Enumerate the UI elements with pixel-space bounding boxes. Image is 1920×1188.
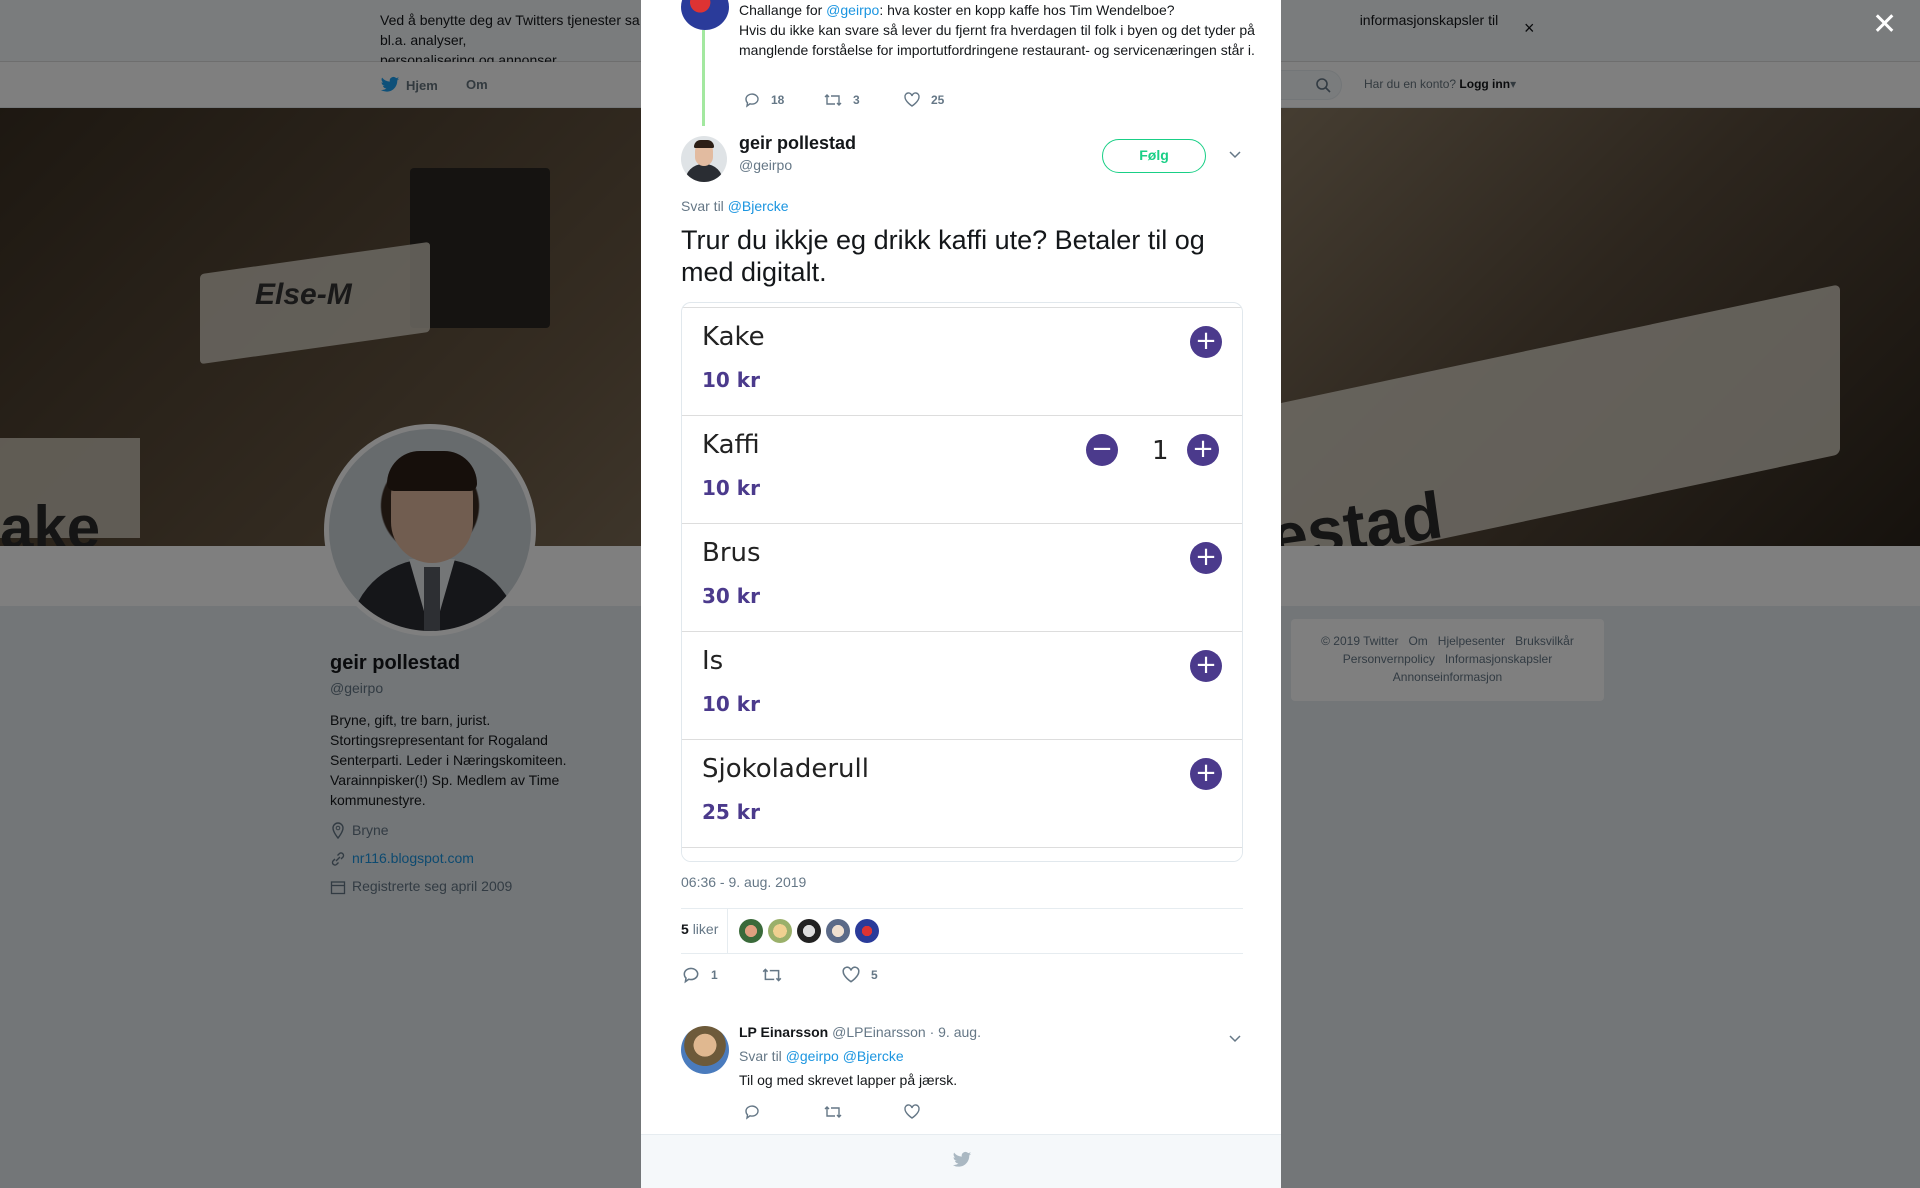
menu-item: Is 10 kr + (682, 631, 1242, 739)
avatar[interactable] (826, 919, 850, 943)
reply-button[interactable]: 18 (743, 92, 823, 108)
retweet-icon (824, 1106, 842, 1118)
plus-icon: + (1187, 434, 1219, 466)
tweet-media-image[interactable]: Kake 10 kr + Kaffi 10 kr − 1 + Brus 30 k… (681, 302, 1243, 862)
reply-icon (745, 93, 759, 108)
menu-item-price: 10 kr (702, 476, 760, 500)
modal-footer (641, 1134, 1281, 1188)
likes-count[interactable]: 5 liker (681, 921, 718, 937)
reply-icon (683, 967, 699, 984)
menu-item-qty: 1 (1152, 436, 1169, 466)
menu-item: Kake 10 kr + (682, 307, 1242, 415)
mention-link[interactable]: @geirpo (786, 1048, 839, 1064)
reply-tweet[interactable]: LP Einarsson @LPEinarsson · 9. aug. Svar… (641, 1010, 1281, 1130)
reply-tweet-actions (743, 1104, 983, 1120)
prev-tweet-avatar[interactable] (681, 0, 729, 30)
menu-item-name: Is (702, 646, 724, 676)
tweet-modal: Challange for @geirpo: hva koster en kop… (641, 0, 1281, 1188)
main-tweet-avatar[interactable] (681, 136, 727, 182)
plus-icon: + (1190, 758, 1222, 790)
menu-item-price: 30 kr (702, 584, 760, 608)
reply-tweet-header: LP Einarsson @LPEinarsson · 9. aug. (739, 1024, 981, 1040)
minus-icon: − (1086, 434, 1118, 466)
heart-icon (904, 1104, 920, 1119)
like-button[interactable]: 25 (903, 92, 983, 108)
avatar[interactable] (797, 919, 821, 943)
menu-item-price: 25 kr (702, 800, 760, 824)
prev-tweet-actions: 18 3 25 (743, 92, 983, 108)
reply-icon (745, 1105, 759, 1120)
chevron-down-icon[interactable] (1228, 150, 1242, 160)
heart-icon (904, 92, 920, 107)
mention-link[interactable]: @Bjercke (728, 198, 789, 214)
like-button[interactable]: 5 (841, 966, 921, 984)
avatar[interactable] (855, 919, 879, 943)
like-button[interactable] (903, 1104, 983, 1120)
reply-button[interactable] (743, 1104, 823, 1120)
reply-to-line: Svar til @Bjercke (681, 198, 789, 214)
plus-icon: + (1190, 542, 1222, 574)
avatar[interactable] (681, 1026, 729, 1074)
reply-tweet-date[interactable]: · 9. aug. (930, 1024, 981, 1040)
menu-item-name: Kake (702, 322, 765, 352)
reply-to-line: Svar til @geirpo @Bjercke (739, 1048, 904, 1064)
main-tweet-handle[interactable]: @geirpo (739, 157, 792, 173)
menu-item-divider (682, 847, 1242, 861)
follow-button[interactable]: Følg (1102, 139, 1206, 173)
menu-item: Sjokoladerull 25 kr + (682, 739, 1242, 847)
prev-tweet-text: Challange for @geirpo: hva koster en kop… (739, 2, 1255, 58)
main-tweet-actions: 1 5 (681, 966, 921, 984)
reply-button[interactable]: 1 (681, 966, 761, 984)
retweet-button[interactable] (761, 966, 841, 984)
retweet-icon (762, 968, 782, 982)
chevron-down-icon[interactable] (1228, 1034, 1242, 1044)
menu-item: Kaffi 10 kr − 1 + (682, 415, 1242, 523)
reply-tweet-handle[interactable]: @LPEinarsson (832, 1024, 926, 1040)
retweet-button[interactable] (823, 1104, 903, 1120)
retweet-icon (824, 94, 842, 106)
avatar[interactable] (768, 919, 792, 943)
modal-close-button[interactable]: ✕ (1872, 10, 1897, 40)
reply-tweet-name[interactable]: LP Einarsson (739, 1024, 828, 1040)
tweet-timestamp[interactable]: 06:36 - 9. aug. 2019 (681, 874, 806, 890)
plus-icon: + (1190, 326, 1222, 358)
reply-tweet-text: Til og med skrevet lapper på jærsk. (739, 1072, 958, 1088)
thread-line (702, 30, 705, 126)
menu-item-name: Kaffi (702, 430, 760, 460)
menu-item: Brus 30 kr + (682, 523, 1242, 631)
main-tweet-text: Trur du ikkje eg drikk kaffi ute? Betale… (681, 225, 1205, 287)
likes-row: 5 liker (681, 908, 1243, 954)
menu-item-name: Sjokoladerull (702, 754, 869, 784)
plus-icon: + (1190, 650, 1222, 682)
menu-item-price: 10 kr (702, 368, 760, 392)
menu-item-name: Brus (702, 538, 761, 568)
heart-icon (842, 966, 860, 983)
likers-avatars (739, 919, 879, 943)
mention-link[interactable]: @Bjercke (843, 1048, 904, 1064)
main-tweet-name[interactable]: geir pollestad (739, 133, 856, 154)
retweet-button[interactable]: 3 (823, 92, 903, 108)
menu-item-price: 10 kr (702, 692, 760, 716)
twitter-bird-icon (952, 1151, 972, 1167)
avatar[interactable] (739, 919, 763, 943)
mention-link[interactable]: @geirpo (826, 2, 879, 18)
